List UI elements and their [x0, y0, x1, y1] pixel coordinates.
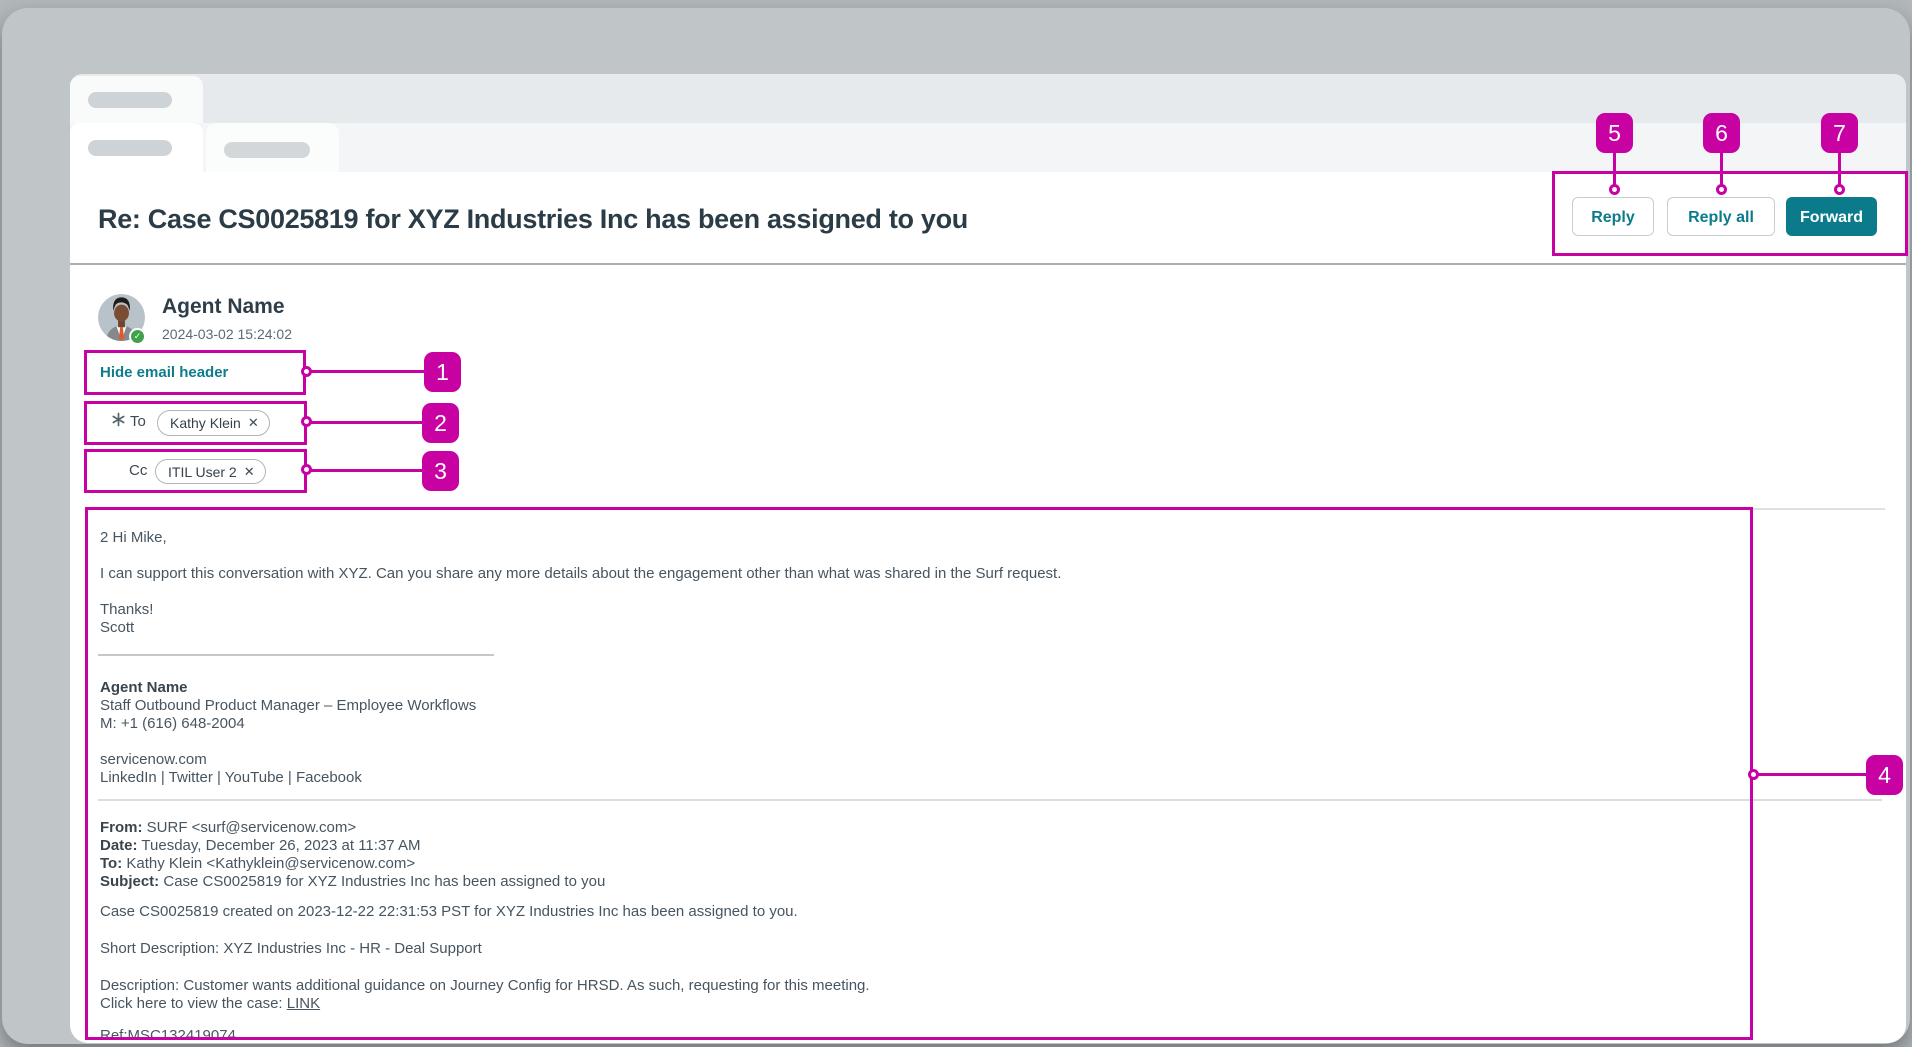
- annotation-dot-1: [301, 366, 312, 377]
- annotation-dot-7: [1834, 184, 1845, 195]
- body-thanks: Thanks!: [100, 600, 153, 619]
- quoted-from-line: From: SURF <surf@servicenow.com>: [100, 818, 356, 837]
- signature-title: Staff Outbound Product Manager – Employe…: [100, 696, 476, 715]
- subject-label: Subject:: [100, 873, 159, 890]
- to-value: Kathy Klein <Kathyklein@servicenow.com>: [122, 855, 415, 872]
- tab-title-placeholder: [224, 142, 310, 158]
- annotation-dot-6: [1716, 184, 1727, 195]
- date-value: Tuesday, December 26, 2023 at 11:37 AM: [138, 837, 421, 854]
- body-intro: 2 Hi Mike,: [100, 528, 167, 547]
- callout-5: 5: [1596, 113, 1633, 153]
- quoted-message-divider: [98, 799, 1882, 801]
- from-label: From:: [100, 819, 143, 836]
- callout-7: 7: [1821, 113, 1858, 153]
- remove-recipient-icon[interactable]: ✕: [244, 464, 255, 480]
- header-divider: [70, 263, 1906, 265]
- signature-phone: M: +1 (616) 648-2004: [100, 714, 245, 733]
- subject-value: Case CS0025819 for XYZ Industries Inc ha…: [159, 873, 605, 890]
- tab-title-placeholder: [88, 140, 172, 156]
- annotation-dot-3: [301, 464, 312, 475]
- body-paragraph: I can support this conversation with XYZ…: [100, 564, 1061, 583]
- annotation-dot-4: [1748, 769, 1759, 780]
- signature-website[interactable]: servicenow.com: [100, 750, 207, 769]
- reply-all-button[interactable]: Reply all: [1667, 197, 1775, 236]
- annotation-line-1: [311, 370, 424, 373]
- annotation-dot-5: [1609, 184, 1620, 195]
- from-value: SURF <surf@servicenow.com>: [143, 819, 357, 836]
- signature-divider: [98, 654, 494, 656]
- annotation-line-2: [311, 421, 422, 424]
- reply-button[interactable]: Reply: [1572, 197, 1654, 236]
- browser-tab-inactive[interactable]: [206, 123, 339, 172]
- message-timestamp: 2024-03-02 15:24:02: [162, 326, 292, 342]
- annotation-line-5: [1613, 152, 1616, 188]
- callout-4: 4: [1866, 755, 1903, 795]
- annotation-line-3: [311, 469, 422, 472]
- tab-title-placeholder: [88, 92, 172, 108]
- quoted-subject-line: Subject: Case CS0025819 for XYZ Industri…: [100, 872, 605, 891]
- cc-recipient-name: ITIL User 2: [168, 464, 237, 480]
- browser-tab-back[interactable]: [70, 76, 203, 123]
- browser-tab-active[interactable]: [70, 123, 203, 172]
- description-line: Description: Customer wants additional g…: [100, 976, 870, 995]
- cc-field-label: Cc: [129, 462, 147, 479]
- case-link-line: Click here to view the case: LINK: [100, 994, 320, 1013]
- ref-line: Ref:MSC132419074: [100, 1026, 236, 1045]
- to-recipient-name: Kathy Klein: [170, 415, 241, 431]
- to-label: To:: [100, 855, 122, 872]
- annotation-line-7: [1838, 152, 1841, 188]
- quoted-to-line: To: Kathy Klein <Kathyklein@servicenow.c…: [100, 854, 415, 873]
- forward-button[interactable]: Forward: [1786, 197, 1877, 236]
- annotation-line-6: [1720, 152, 1723, 188]
- page-title: Re: Case CS0025819 for XYZ Industries In…: [98, 203, 1398, 236]
- quoted-date-line: Date: Tuesday, December 26, 2023 at 11:3…: [100, 836, 420, 855]
- cc-recipient-chip[interactable]: ITIL User 2 ✕: [155, 459, 266, 484]
- signature-social-links[interactable]: LinkedIn | Twitter | YouTube | Facebook: [100, 768, 362, 787]
- to-recipient-chip[interactable]: Kathy Klein ✕: [157, 410, 270, 436]
- signature-name: Agent Name: [100, 678, 188, 697]
- case-link-prefix: Click here to view the case:: [100, 995, 287, 1012]
- short-description-line: Short Description: XYZ Industries Inc - …: [100, 939, 482, 958]
- verified-badge-icon: ✓: [129, 328, 146, 345]
- body-signoff: Scott: [100, 618, 134, 637]
- callout-2: 2: [422, 403, 459, 443]
- case-created-line: Case CS0025819 created on 2023-12-22 22:…: [100, 902, 798, 921]
- callout-1: 1: [424, 352, 461, 392]
- callout-6: 6: [1703, 113, 1740, 153]
- hide-email-header-link[interactable]: Hide email header: [100, 364, 228, 381]
- case-link[interactable]: LINK: [287, 995, 320, 1012]
- annotation-dot-2: [301, 416, 312, 427]
- annotation-line-4: [1757, 773, 1866, 776]
- sender-name: Agent Name: [162, 295, 285, 319]
- body-section-divider: [88, 508, 1885, 510]
- remove-recipient-icon[interactable]: ✕: [248, 415, 259, 431]
- required-asterisk-icon: [111, 412, 126, 427]
- callout-3: 3: [422, 451, 459, 491]
- to-field-label: To: [130, 413, 146, 430]
- date-label: Date:: [100, 837, 138, 854]
